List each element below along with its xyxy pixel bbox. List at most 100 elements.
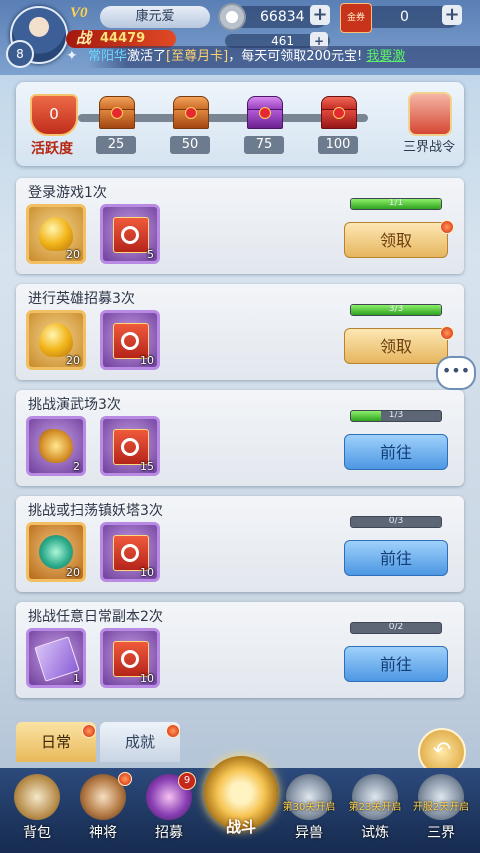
task-progress-text: 1/3 <box>388 410 404 420</box>
notification-dot <box>440 326 454 340</box>
nav-label: 异兽 <box>295 825 323 841</box>
reward-gold-ingot[interactable]: 20 <box>26 310 86 370</box>
silver-coin-icon <box>218 3 246 31</box>
notification-dot <box>118 772 132 786</box>
activity-label: 活跃度 <box>31 141 73 157</box>
silver-add-button[interactable]: + <box>310 5 330 25</box>
recruit-token-icon <box>113 217 149 253</box>
reward-recruit-token[interactable]: 10 <box>100 310 160 370</box>
jade-icon <box>39 535 73 569</box>
combat-power-label: 战 <box>76 29 92 47</box>
announcement-marquee: 常阳华激活了[至尊月卡]，每天可领取200元宝! 我要激 <box>88 46 480 68</box>
marquee-player-name: 常阳华 <box>88 49 128 64</box>
marquee-text-post: ，每天可领取200元宝! <box>228 49 363 64</box>
gold-ingot-icon <box>39 323 73 357</box>
nav-beast[interactable]: 第30关开启 异兽 <box>278 772 340 848</box>
task-progress-bar: 3/3 <box>350 304 442 316</box>
reward-count: 5 <box>147 248 154 261</box>
reward-recruit-token[interactable]: 10 <box>100 628 160 688</box>
voucher-icon: 金券 <box>340 3 372 33</box>
reward-count: 10 <box>140 354 154 367</box>
reward-count: 20 <box>66 354 80 367</box>
task-row: 进行英雄招募3次 20 10 3/3 领取 <box>16 284 464 380</box>
nav-label: 神将 <box>89 825 117 841</box>
reward-recruit-token[interactable]: 5 <box>100 204 160 264</box>
notification-dot <box>82 724 96 738</box>
nav-battle[interactable]: 战斗 <box>204 756 278 850</box>
silver-amount: 66834 <box>260 9 305 25</box>
marquee-action-link[interactable]: 我要激 <box>366 49 405 64</box>
reward-jade[interactable]: 20 <box>26 522 86 582</box>
unlock-condition: 开服2天开启 <box>412 802 470 813</box>
charm-icon <box>39 429 73 463</box>
reward-recruit-token[interactable]: 15 <box>100 416 160 476</box>
gold-ingot-icon <box>39 217 73 251</box>
task-title: 进行英雄招募3次 <box>28 291 135 307</box>
realm-icon <box>418 774 464 820</box>
go-button[interactable]: 前往 <box>344 434 448 470</box>
player-name: 康元爱 <box>100 6 210 28</box>
reward-count: 1 <box>73 672 80 685</box>
go-button[interactable]: 前往 <box>344 540 448 576</box>
task-row: 挑战任意日常副本2次 1 10 0/2 前往 <box>16 602 464 698</box>
player-level-badge: 8 <box>6 40 34 68</box>
reward-gold-ingot[interactable]: 20 <box>26 204 86 264</box>
task-progress-bar: 0/3 <box>350 516 442 528</box>
nav-realm[interactable]: 开服2天开启 三界 <box>410 772 472 848</box>
recruit-count-badge: 9 <box>178 772 196 790</box>
task-progress-bar: 1/1 <box>350 198 442 210</box>
nav-bag[interactable]: 背包 <box>6 772 68 848</box>
trial-icon <box>352 774 398 820</box>
milestone-25: 25 <box>96 136 136 154</box>
marquee-card-name: [至尊月卡] <box>166 49 229 64</box>
task-title: 挑战或扫荡镇妖塔3次 <box>28 503 163 519</box>
task-progress-text: 3/3 <box>388 304 404 314</box>
task-title: 挑战任意日常副本2次 <box>28 609 163 625</box>
reward-count: 20 <box>66 248 80 261</box>
voucher-amount: 0 <box>400 9 409 25</box>
claim-button[interactable]: 领取 <box>344 328 448 364</box>
chest-75-icon[interactable] <box>244 94 284 130</box>
nav-label: 试炼 <box>361 825 389 841</box>
notification-dot <box>440 220 454 234</box>
battle-pass-label: 三界战令 <box>402 140 455 155</box>
nav-recruit[interactable]: 9 招募 <box>138 772 200 848</box>
go-button[interactable]: 前往 <box>344 646 448 682</box>
reward-charm[interactable]: 2 <box>26 416 86 476</box>
task-title: 登录游戏1次 <box>28 185 107 201</box>
marquee-text-pre: 激活了 <box>127 49 167 64</box>
reward-recruit-token[interactable]: 10 <box>100 522 160 582</box>
task-row: 挑战演武场3次 2 15 1/3 前往 <box>16 390 464 486</box>
nav-label: 战斗 <box>225 818 256 836</box>
task-progress-text: 0/2 <box>388 622 404 632</box>
chest-25-icon[interactable] <box>96 94 136 130</box>
task-progress-text: 0/3 <box>388 516 404 526</box>
notification-dot <box>166 724 180 738</box>
reward-count: 15 <box>140 460 154 473</box>
milestone-75: 75 <box>244 136 284 154</box>
announcement-bird-icon: ✦ <box>66 48 78 64</box>
nav-label: 三界 <box>427 825 455 841</box>
nav-label: 背包 <box>23 825 51 841</box>
chat-bubble-icon[interactable]: ••• <box>436 356 476 390</box>
unlock-condition: 第23关开启 <box>348 802 402 813</box>
battle-pass-icon[interactable] <box>408 92 452 136</box>
voucher-add-button[interactable]: + <box>442 5 462 25</box>
reward-count: 2 <box>73 460 80 473</box>
task-title: 挑战演武场3次 <box>28 397 121 413</box>
activity-points-badge: 0 <box>30 94 78 136</box>
bag-icon <box>14 774 60 820</box>
claim-button[interactable]: 领取 <box>344 222 448 258</box>
milestone-100: 100 <box>318 136 358 154</box>
top-bar: 8 V0 康元爱 44479 战 66834 + 金券 0 + 461 + ✦ … <box>0 0 480 75</box>
chest-100-icon[interactable] <box>318 94 358 130</box>
milestone-50: 50 <box>170 136 210 154</box>
reward-scroll[interactable]: 1 <box>26 628 86 688</box>
task-row: 挑战或扫荡镇妖塔3次 20 10 0/3 前往 <box>16 496 464 592</box>
unlock-condition: 第30关开启 <box>282 802 336 813</box>
activity-progress-panel: 0 活跃度 25 50 75 100 三界战令 <box>16 82 464 166</box>
nav-trial[interactable]: 第23关开启 试炼 <box>344 772 406 848</box>
nav-general[interactable]: 神将 <box>72 772 134 848</box>
chest-50-icon[interactable] <box>170 94 210 130</box>
nav-label: 招募 <box>155 825 183 841</box>
